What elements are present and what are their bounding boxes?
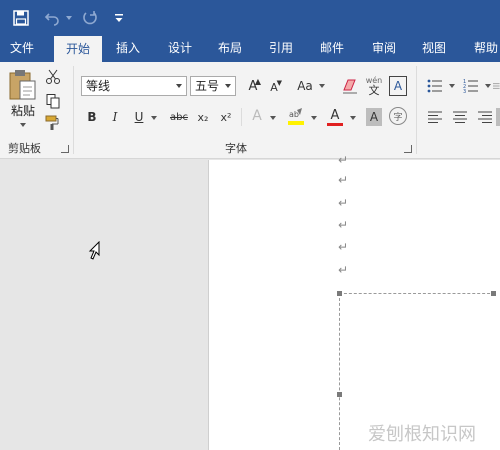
clear-formatting-icon[interactable] [340,76,360,96]
highlight-dropdown-icon[interactable] [311,116,317,120]
paragraph-mark: ↵ [338,218,349,232]
row-divider [241,108,242,126]
font-size-combo[interactable]: 五号 [190,76,236,96]
tab-view[interactable]: 视图 [410,36,458,62]
align-center-icon[interactable] [451,108,469,126]
phonetic-guide-bottom: 文 [368,83,380,97]
bullets-dropdown-icon[interactable] [449,84,455,88]
numbering-dropdown-icon[interactable] [485,84,491,88]
font-color-icon: A [330,107,340,123]
paragraph-mark: ↵ [338,196,349,210]
shrink-font-button[interactable]: A ▼ [266,78,282,96]
ribbon-home: 粘贴 剪贴板 等线 五号 A ▲ A ▼ Aa wén 文 A B I U abc … [0,62,500,159]
svg-text:ab: ab [289,110,299,119]
paragraph-mark: ↵ [338,153,349,167]
tab-design[interactable]: 设计 [156,36,204,62]
text-effects-dropdown-icon[interactable] [270,116,276,120]
numbering-icon[interactable]: 123 [462,76,480,96]
caret-down-icon: ▼ [276,79,282,87]
clipboard-launcher-icon[interactable] [61,145,69,153]
font-size-value: 五号 [195,79,220,93]
bold-button[interactable]: B [84,108,100,126]
font-color-bar [327,122,343,126]
clipboard-group-label: 剪贴板 [8,142,41,155]
group-divider [416,66,417,154]
paragraph-mark: ↵ [338,173,349,187]
format-painter-icon[interactable] [44,114,62,132]
paragraph-mark: ↵ [338,263,349,277]
change-case-dropdown-icon[interactable] [319,84,325,88]
save-icon[interactable] [10,0,32,36]
group-divider [73,66,74,154]
resize-handle[interactable] [337,392,342,397]
text-effects-button[interactable]: A [248,106,266,126]
font-color-button[interactable]: A [325,106,345,128]
tab-home[interactable]: 开始 [54,36,102,62]
tab-file[interactable]: 文件 [0,36,44,62]
font-group-label: 字体 [225,142,247,155]
tab-insert[interactable]: 插入 [104,36,152,62]
align-right-icon[interactable] [476,108,494,126]
svg-text:3: 3 [463,89,466,93]
phonetic-guide-button[interactable]: wén 文 [364,74,384,98]
justify-icon[interactable] [496,108,500,126]
chevron-down-icon [176,84,182,88]
strikethrough-button[interactable]: abc [168,108,190,126]
superscript-button[interactable]: x² [217,108,235,126]
caret-up-icon: ▲ [254,77,261,86]
quick-access-toolbar [0,0,500,36]
redo-icon[interactable] [80,0,100,36]
enclose-characters-button[interactable]: 字 [389,107,407,125]
character-border-button[interactable]: A [389,76,407,96]
tab-review[interactable]: 审阅 [360,36,408,62]
document-gutter [0,160,208,450]
underline-button[interactable]: U [131,108,147,126]
grow-font-button[interactable]: A ▲ [244,76,262,96]
font-name-combo[interactable]: 等线 [81,76,187,96]
paste-button[interactable]: 粘贴 [6,102,40,118]
customize-toolbar-icon[interactable] [112,0,126,36]
subscript-button[interactable]: x₂ [194,108,212,126]
ribbon-tabs: 文件 开始 插入 设计 布局 引用 邮件 审阅 视图 帮助 [0,36,500,62]
align-left-icon[interactable] [426,108,444,126]
undo-dropdown-icon[interactable] [64,0,74,36]
italic-button[interactable]: I [107,108,123,126]
paste-dropdown-icon[interactable] [20,123,26,127]
tab-mailings[interactable]: 邮件 [308,36,356,62]
undo-icon[interactable] [42,0,62,36]
cut-icon[interactable] [44,68,62,86]
multilevel-list-icon[interactable] [493,76,500,96]
underline-dropdown-icon[interactable] [151,116,157,120]
tab-help[interactable]: 帮助 [462,36,500,62]
watermark: 爱刨根知识网 [368,424,476,445]
paragraph-mark: ↵ [338,240,349,254]
font-launcher-icon[interactable] [404,145,412,153]
copy-icon[interactable] [44,92,62,110]
tab-layout[interactable]: 布局 [206,36,254,62]
font-color-dropdown-icon[interactable] [350,116,356,120]
paste-icon[interactable] [6,68,40,102]
mouse-pointer-icon [86,240,102,262]
tab-references[interactable]: 引用 [257,36,305,62]
chevron-down-icon [225,84,231,88]
resize-handle[interactable] [491,291,496,296]
change-case-button[interactable]: Aa [294,76,316,96]
character-shading-button[interactable]: A [366,108,382,126]
resize-handle[interactable] [337,291,342,296]
highlight-color-icon[interactable]: ab [286,106,306,128]
bullets-icon[interactable] [426,76,444,96]
font-name-value: 等线 [86,79,111,93]
